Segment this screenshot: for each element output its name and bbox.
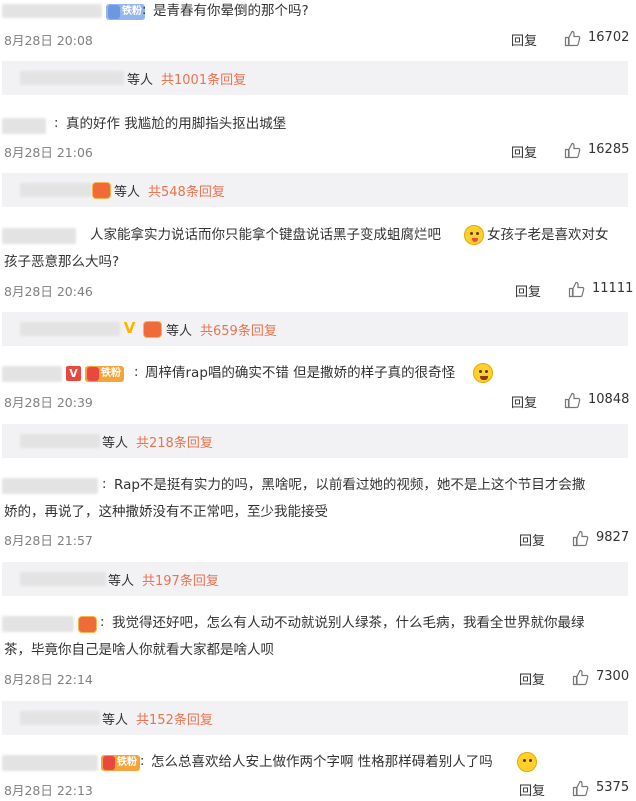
comment-text: 我觉得还好吧，怎么有人动不动就说别人绿茶，什么毛病，我看全世界就你最绿 — [112, 615, 585, 631]
reply-button[interactable]: 回复 — [519, 669, 545, 688]
reply-etc: 等人 — [127, 73, 154, 88]
reply-summary-bar[interactable]: V 等人 共659条回复 — [2, 312, 628, 346]
reply-summary-bar[interactable]: 等人 共197条回复 — [2, 562, 628, 596]
comment-text-cont: 女孩子老是喜欢对女 — [487, 227, 609, 243]
username-blurred[interactable] — [2, 478, 98, 494]
iron-fan-badge: 铁粉 — [106, 4, 145, 20]
like-count: 7300 — [596, 669, 630, 684]
reply-summary-bar[interactable]: 等人 共548条回复 — [2, 173, 628, 207]
comment-time: 8月28日 21:57 — [4, 533, 93, 548]
reply-count-link[interactable]: 共218条回复 — [136, 432, 213, 451]
like-icon[interactable] — [564, 142, 581, 159]
replier-names-blurred — [20, 71, 124, 85]
username-blurred[interactable] — [2, 366, 62, 382]
reply-button[interactable]: 回复 — [511, 392, 537, 411]
username-blurred[interactable] — [2, 755, 98, 771]
comment-time: 8月28日 20:46 — [4, 284, 93, 299]
like-icon[interactable] — [568, 281, 585, 298]
like-count: 16285 — [588, 142, 630, 157]
username-blurred[interactable] — [2, 4, 102, 18]
like-count: 9827 — [596, 530, 630, 545]
verified-v-icon: V — [66, 366, 81, 381]
replier-names-blurred — [20, 572, 106, 586]
like-icon[interactable] — [564, 392, 581, 409]
fan-level-icon — [92, 182, 111, 199]
comment-text: 真的好作 我尴尬的用脚指头抠出城堡 — [66, 116, 287, 132]
unamused-emoji — [517, 752, 537, 772]
reply-button[interactable]: 回复 — [515, 281, 541, 300]
comment-text: 是青春有你晕倒的那个吗? — [153, 3, 309, 19]
reply-etc: 等人 — [166, 324, 193, 339]
replier-names-blurred — [20, 183, 92, 197]
comment-time: 8月28日 22:13 — [4, 783, 93, 798]
like-icon[interactable] — [572, 669, 589, 686]
username-blurred[interactable] — [2, 118, 46, 134]
fan-level-icon — [78, 616, 97, 633]
like-count: 11111 — [592, 281, 634, 296]
comment-time: 8月28日 20:08 — [4, 33, 93, 48]
reply-count-link[interactable]: 共197条回复 — [142, 570, 219, 589]
like-icon[interactable] — [564, 30, 581, 47]
comment-text: Rap不是挺有实力的吗，黑啥呢，以前看过她的视频，她不是上这个节目才会撒 — [114, 477, 586, 493]
comment-text: 周梓倩rap唱的确实不错 但是撒娇的样子真的很奇怪 — [145, 365, 456, 381]
replier-names-blurred — [20, 322, 120, 336]
like-icon[interactable] — [572, 780, 589, 797]
comment-time: 8月28日 22:14 — [4, 672, 93, 687]
comment-text-line2: 娇的，再说了，这种撒娇没有不正常吧，至少我能接受 — [4, 504, 328, 520]
username-blurred[interactable] — [2, 616, 74, 632]
iron-fan-badge: 铁粉 — [101, 755, 140, 771]
like-count: 5375 — [596, 780, 630, 795]
comment-time: 8月28日 20:39 — [4, 395, 93, 410]
reply-etc: 等人 — [102, 436, 129, 451]
fan-level-icon — [143, 321, 162, 338]
reply-count-link[interactable]: 共152条回复 — [136, 709, 213, 728]
replier-names-blurred — [20, 434, 100, 448]
reply-summary-bar[interactable]: 等人 共1001条回复 — [2, 61, 628, 95]
like-count: 10848 — [588, 392, 630, 407]
reply-button[interactable]: 回复 — [511, 142, 537, 161]
replier-names-blurred — [20, 711, 100, 725]
comment-time: 8月28日 21:06 — [4, 145, 93, 160]
reply-summary-bar[interactable]: 等人 共218条回复 — [2, 424, 628, 458]
reply-etc: 等人 — [102, 713, 129, 728]
comment-text: 人家能拿实力说话而你只能拿个键盘说话黑子变成蛆腐烂吧 — [90, 227, 441, 243]
tongue-wink-emoji — [464, 225, 484, 245]
like-count: 16702 — [588, 30, 630, 45]
username-blurred[interactable] — [2, 228, 76, 244]
reply-button[interactable]: 回复 — [511, 30, 537, 49]
reply-button[interactable]: 回复 — [519, 530, 545, 549]
comment-text-line2: 茶，毕竟你自己是啥人你就看大家都是啥人呗 — [4, 642, 274, 658]
iron-fan-badge: 铁粉 — [85, 366, 124, 382]
reply-summary-bar[interactable]: 等人 共152条回复 — [2, 701, 628, 735]
laugh-cry-emoji — [473, 363, 493, 383]
reply-count-link[interactable]: 共548条回复 — [148, 181, 225, 200]
reply-etc: 等人 — [108, 574, 135, 589]
reply-button[interactable]: 回复 — [519, 780, 545, 799]
verified-v-icon: V — [123, 319, 136, 337]
reply-count-link[interactable]: 共1001条回复 — [161, 69, 246, 88]
comment-text: 怎么总喜欢给人安上做作两个字啊 性格那样碍着别人了吗 — [151, 754, 493, 770]
like-icon[interactable] — [572, 530, 589, 547]
reply-etc: 等人 — [114, 185, 141, 200]
reply-count-link[interactable]: 共659条回复 — [200, 320, 277, 339]
comment-text-line2: 孩子恶意那么大吗? — [4, 254, 120, 270]
